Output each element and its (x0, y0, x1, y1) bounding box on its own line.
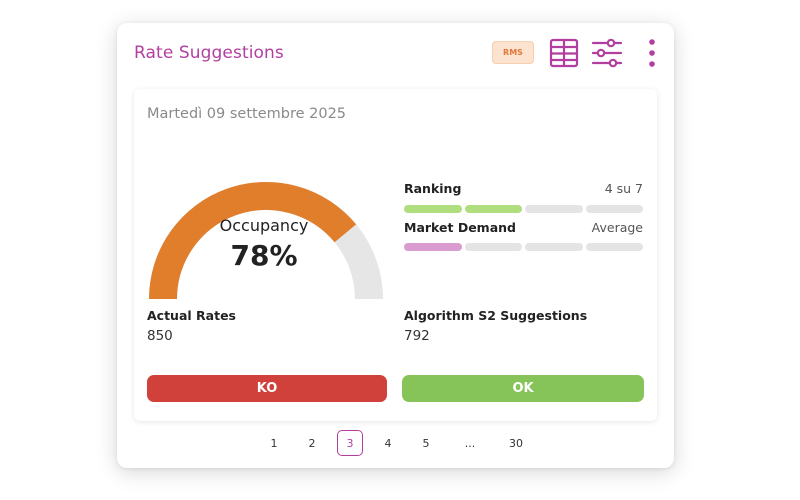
actual-rates-label: Actual Rates (147, 308, 236, 323)
page-30[interactable]: 30 (503, 430, 529, 456)
page-ellipsis: ... (464, 436, 476, 450)
table-icon[interactable] (549, 38, 579, 68)
ranking-value: 4 su 7 (604, 181, 643, 196)
more-vertical-icon[interactable] (645, 38, 659, 68)
page-2[interactable]: 2 (299, 430, 325, 456)
pagination: 1 2 3 4 5... 30 (117, 430, 674, 456)
suggestion-panel: Martedì 09 settembre 2025 Occupancy 78% … (134, 89, 657, 421)
ranking-segment (525, 205, 583, 213)
ko-button[interactable]: KO (147, 375, 387, 402)
market-demand-segment (464, 243, 522, 251)
ranking-label: Ranking (404, 181, 462, 196)
rms-badge[interactable]: RMS (492, 41, 534, 64)
ranking-bar (404, 205, 643, 213)
suggestions-label: Algorithm S2 Suggestions (404, 308, 588, 323)
suggestions-value: 792 (404, 328, 430, 344)
market-demand-segment (404, 243, 462, 251)
ok-button[interactable]: OK (402, 375, 644, 402)
occupancy-label: Occupancy (219, 216, 309, 235)
market-demand-bar (404, 243, 643, 251)
market-demand-segment (525, 243, 583, 251)
page-3[interactable]: 3 (337, 430, 363, 456)
rate-suggestions-card: Rate Suggestions RMS Martedì 09 settembr… (117, 23, 674, 468)
filter-sliders-icon[interactable] (591, 38, 623, 68)
ranking-segment (404, 205, 462, 213)
occupancy-value: 78% (230, 239, 298, 272)
card-title: Rate Suggestions (134, 43, 284, 63)
page-5[interactable]: 5 (413, 430, 439, 456)
market-demand-segment (585, 243, 643, 251)
actual-rates-value: 850 (147, 328, 173, 344)
page-1[interactable]: 1 (261, 430, 287, 456)
market-demand-value: Average (591, 220, 643, 235)
market-demand-label: Market Demand (404, 220, 516, 235)
ranking-segment (585, 205, 643, 213)
ranking-segment (464, 205, 522, 213)
page-4[interactable]: 4 (375, 430, 401, 456)
date-label: Martedì 09 settembre 2025 (147, 106, 347, 122)
